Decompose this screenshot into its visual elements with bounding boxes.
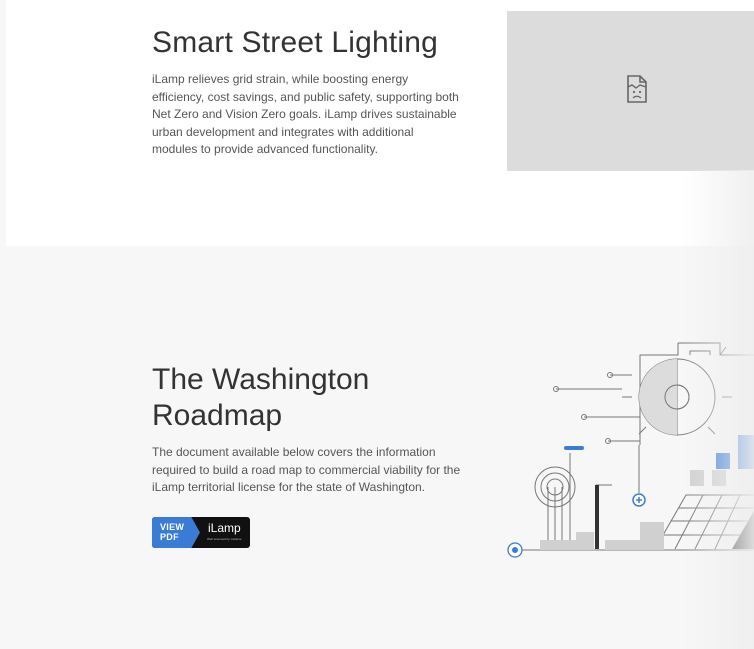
view-pdf-button[interactable]: VIEW PDF iLamp Well-Licensed by Caslime xyxy=(152,517,250,548)
pdf-button-pdf-label: PDF xyxy=(160,532,179,542)
ilamp-logo-tagline: Well-Licensed by Caslime xyxy=(207,537,242,541)
section-body-lighting: iLamp relieves grid strain, while boosti… xyxy=(152,72,459,156)
ilamp-logo: iLamp xyxy=(208,521,241,535)
section-body-roadmap: The document available below covers the … xyxy=(152,445,461,494)
pdf-button-view-label: VIEW xyxy=(160,522,185,532)
lighting-image-placeholder xyxy=(507,11,754,171)
broken-image-icon xyxy=(627,75,647,103)
section-title-lighting: Smart Street Lighting xyxy=(152,26,439,59)
section-title-roadmap: The Washington Roadmap xyxy=(152,363,370,432)
smart-city-illustration xyxy=(507,342,754,558)
